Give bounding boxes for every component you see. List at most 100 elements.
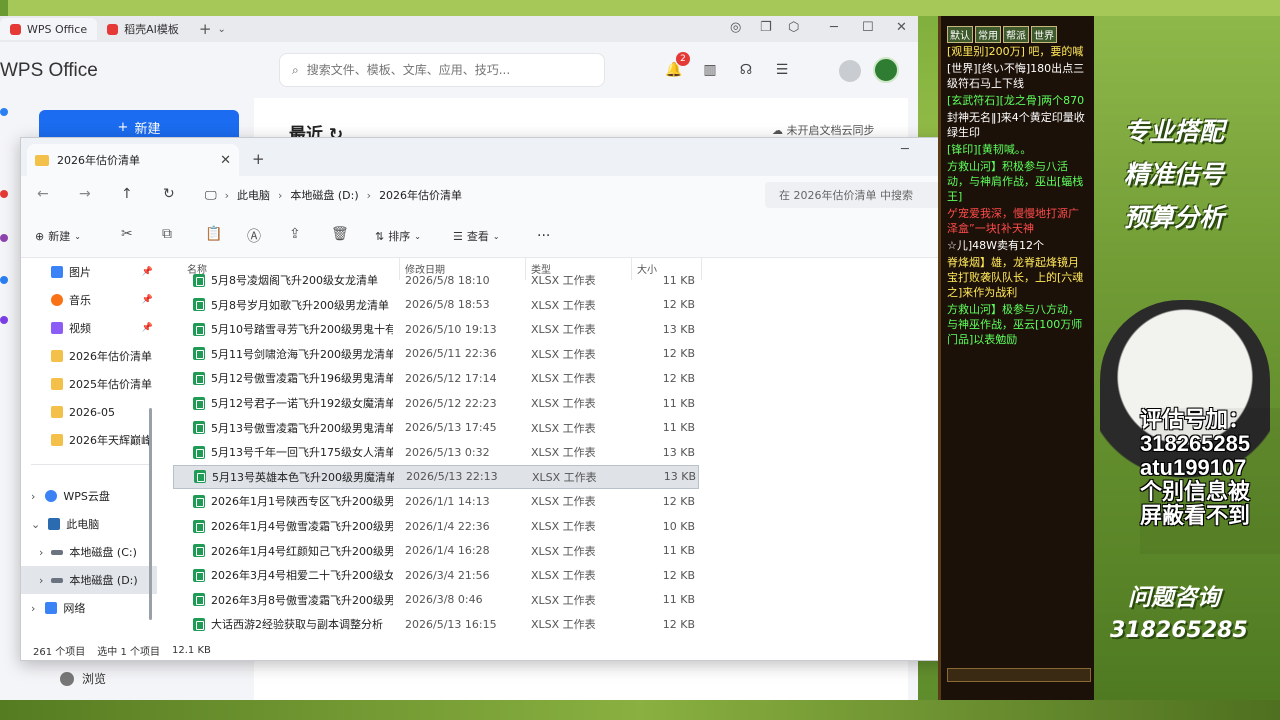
new-item-button[interactable]: ⊕ 新建 ⌄ bbox=[35, 228, 81, 244]
paste-icon[interactable]: 📋 bbox=[205, 226, 222, 242]
chat-tab[interactable]: 默认 bbox=[947, 26, 973, 43]
sort-button[interactable]: ⇅ 排序 ⌄ bbox=[375, 228, 421, 244]
add-tab-icon[interactable]: + bbox=[199, 20, 212, 38]
file-list: 名称 修改日期 类型 大小 5月8号凌烟阁飞升200级女龙清单 2026/5/8 … bbox=[173, 258, 1005, 640]
cut-icon[interactable]: ✂ bbox=[121, 226, 133, 242]
share-icon[interactable]: ⇪ bbox=[289, 226, 301, 242]
ai-icon[interactable]: ◎ bbox=[730, 20, 741, 35]
chat-message: [玄武符石][龙之骨]两个870 bbox=[947, 94, 1085, 107]
breadcrumb-item[interactable]: 2026年估价清单 bbox=[379, 187, 462, 203]
chat-tab[interactable]: 常用 bbox=[975, 26, 1001, 43]
file-row[interactable]: 2026年1月1号陕西专区飞升200级男魔... 2026/1/1 14:13 XL… bbox=[173, 489, 699, 513]
file-row[interactable]: 2026年1月4号红颜知己飞升200级男鬼... 2026/1/4 16:28 XL… bbox=[173, 539, 699, 563]
nav-scrollbar[interactable] bbox=[149, 408, 152, 620]
restore-tab-icon[interactable]: ❐ bbox=[760, 20, 772, 35]
up-icon[interactable]: ↑ bbox=[121, 186, 133, 202]
file-row[interactable]: 2026年3月8号傲雪凌霜飞升200级男人... 2026/3/8 0:46 XLS… bbox=[173, 588, 699, 612]
rename-icon[interactable]: Ⓐ bbox=[247, 226, 261, 246]
chat-controls[interactable] bbox=[947, 668, 1091, 682]
headset-icon[interactable]: ☊ bbox=[736, 60, 756, 80]
file-type: XLSX 工作表 bbox=[531, 298, 596, 312]
file-row[interactable]: 5月13号傲雪凌霜飞升200级男鬼清单 2026/5/13 17:45 XLSX 工… bbox=[173, 416, 699, 440]
close-tab-icon[interactable]: ✕ bbox=[220, 153, 231, 168]
view-button[interactable]: ☰ 查看 ⌄ bbox=[453, 228, 500, 244]
file-name: 5月8号凌烟阁飞升200级女龙清单 bbox=[193, 272, 393, 288]
file-row[interactable]: 5月12号君子一诺飞升192级女魔清单 2026/5/12 22:23 XLSX 工… bbox=[173, 391, 699, 415]
refresh-icon[interactable]: ↻ bbox=[163, 186, 175, 202]
nav-item-folder[interactable]: 2026年估价清单 bbox=[21, 342, 157, 370]
app-icon[interactable] bbox=[0, 276, 8, 284]
file-size: 10 KB bbox=[662, 519, 695, 533]
add-tab-icon[interactable]: + bbox=[252, 150, 265, 168]
file-row[interactable]: 5月10号踏雪寻芳飞升200级男鬼十有八... 2026/5/10 19:13 XL… bbox=[173, 317, 699, 341]
nav-item-pictures[interactable]: 图片 📌 bbox=[21, 258, 157, 286]
file-row[interactable]: 大话西游2经验获取与副本调整分析 2026/5/13 16:15 XLSX 工作表 1… bbox=[173, 612, 699, 636]
delete-icon[interactable]: 🗑 bbox=[331, 226, 349, 242]
background-top bbox=[0, 0, 1280, 16]
chevron-right-icon: › bbox=[31, 601, 36, 615]
nav-item-folder[interactable]: 2026年天辉巅峰 bbox=[21, 426, 157, 454]
chat-tab[interactable]: 世界 bbox=[1031, 26, 1057, 43]
chat-message: 方救山河】积极参与八活动，与神肩作战，巫出[蝠栈王] bbox=[947, 160, 1084, 203]
file-size: 12 KB bbox=[662, 347, 695, 361]
wps-search-input[interactable] bbox=[306, 63, 577, 77]
wps-tab-template[interactable]: 稻壳AI模板 bbox=[97, 18, 189, 40]
layout-icon[interactable]: ▥ bbox=[700, 60, 720, 80]
app-icon[interactable] bbox=[0, 108, 8, 116]
file-row[interactable]: 5月13号千年一回飞升175级女人清单 2026/5/13 0:32 XLSX 工作… bbox=[173, 440, 699, 464]
nav-item-network[interactable]: › 网络 bbox=[21, 594, 157, 622]
file-row[interactable]: 5月11号剑啸沧海飞升200级男龙清单 2026/5/11 22:36 XLSX 工… bbox=[173, 342, 699, 366]
breadcrumb[interactable]: 🖵 › 此电脑 › 本地磁盘 (D:) › 2026年估价清单 bbox=[205, 183, 755, 207]
file-row[interactable]: 5月13号英雄本色飞升200级男魔清单 2026/5/13 22:13 XLSX 工… bbox=[173, 464, 699, 489]
wps-search-box[interactable]: ⌕ bbox=[279, 53, 605, 87]
chat-message: ゲ宠爱我深，慢慢地打源广泽盒”一块[补天神 bbox=[947, 207, 1079, 235]
breadcrumb-item[interactable]: 本地磁盘 (D:) bbox=[290, 187, 358, 203]
cloud-off-icon: ☁ bbox=[772, 124, 783, 137]
xlsx-file-icon bbox=[193, 544, 205, 558]
file-row[interactable]: 2026年3月4号相爱二十飞升200级女人... 2026/3/4 21:56 XL… bbox=[173, 563, 699, 587]
close-icon[interactable]: ✕ bbox=[896, 20, 907, 35]
browse-item[interactable]: 浏览 bbox=[60, 670, 106, 687]
file-row[interactable]: 5月8号岁月如歌飞升200级男龙清单 2026/5/8 18:53 XLSX 工作表… bbox=[173, 293, 699, 317]
file-date: 2026/1/1 14:13 bbox=[405, 494, 490, 508]
shield-icon[interactable] bbox=[839, 60, 861, 82]
settings-sliders-icon[interactable]: ☰ bbox=[772, 60, 792, 80]
maximize-icon[interactable]: ☐ bbox=[862, 20, 874, 35]
avatar[interactable] bbox=[873, 57, 899, 83]
app-icon[interactable] bbox=[0, 190, 8, 198]
explorer-tab[interactable]: 2026年估价清单 ✕ bbox=[27, 144, 239, 176]
breadcrumb-item[interactable]: 此电脑 bbox=[237, 187, 270, 203]
nav-item-folder[interactable]: 2025年估价清单 bbox=[21, 370, 157, 398]
file-date: 2026/5/13 16:15 bbox=[405, 617, 497, 631]
nav-item-drive-c[interactable]: › 本地磁盘 (C:) bbox=[21, 538, 157, 566]
minimize-icon[interactable]: ─ bbox=[830, 20, 838, 35]
file-size: 12 KB bbox=[662, 298, 695, 312]
forward-icon[interactable]: → bbox=[79, 186, 91, 202]
box-icon[interactable]: ⬡ bbox=[788, 20, 799, 35]
file-row[interactable]: 2026年1月4号傲雪凌霜飞升200级男仙 2026/1/4 22:36 XLSX … bbox=[173, 514, 699, 538]
chevron-down-icon[interactable]: ⌄ bbox=[217, 24, 225, 35]
file-date: 2026/5/8 18:53 bbox=[405, 298, 490, 312]
nav-item-this-pc[interactable]: ⌄ 此电脑 bbox=[21, 510, 157, 538]
nav-item-drive-d[interactable]: › 本地磁盘 (D:) bbox=[21, 566, 157, 594]
file-row[interactable]: 5月8号凌烟阁飞升200级女龙清单 2026/5/8 18:10 XLSX 工作表 1… bbox=[173, 268, 699, 292]
nav-item-videos[interactable]: 视频 📌 bbox=[21, 314, 157, 342]
nav-item-folder[interactable]: 2026-05 bbox=[21, 398, 157, 426]
more-button[interactable]: ... bbox=[537, 224, 550, 240]
app-icon[interactable] bbox=[0, 316, 8, 324]
cloud-sync-status[interactable]: ☁ 未开启文档云同步 bbox=[772, 122, 875, 138]
nav-item-music[interactable]: 音乐 📌 bbox=[21, 286, 157, 314]
back-icon[interactable]: ← bbox=[37, 186, 49, 202]
file-name: 5月11号剑啸沧海飞升200级男龙清单 bbox=[193, 346, 393, 362]
nav-item-wps-cloud[interactable]: › WPS云盘 bbox=[21, 482, 157, 510]
file-row[interactable]: 5月12号傲雪凌霜飞升196级男鬼清单 2026/5/12 17:14 XLSX 工… bbox=[173, 366, 699, 390]
file-name-label: 5月12号傲雪凌霜飞升196级男鬼清单 bbox=[211, 372, 393, 386]
wps-tab-home[interactable]: WPS Office bbox=[0, 18, 98, 40]
copy-icon[interactable]: ⧉ bbox=[162, 226, 172, 242]
app-icon[interactable] bbox=[0, 234, 8, 242]
minimize-icon[interactable]: ─ bbox=[901, 142, 909, 157]
chat-tab[interactable]: 帮派 bbox=[1003, 26, 1029, 43]
column-divider[interactable] bbox=[701, 258, 702, 280]
pin-icon: 📌 bbox=[141, 323, 153, 333]
bell-icon[interactable]: 🔔 2 bbox=[664, 52, 690, 80]
